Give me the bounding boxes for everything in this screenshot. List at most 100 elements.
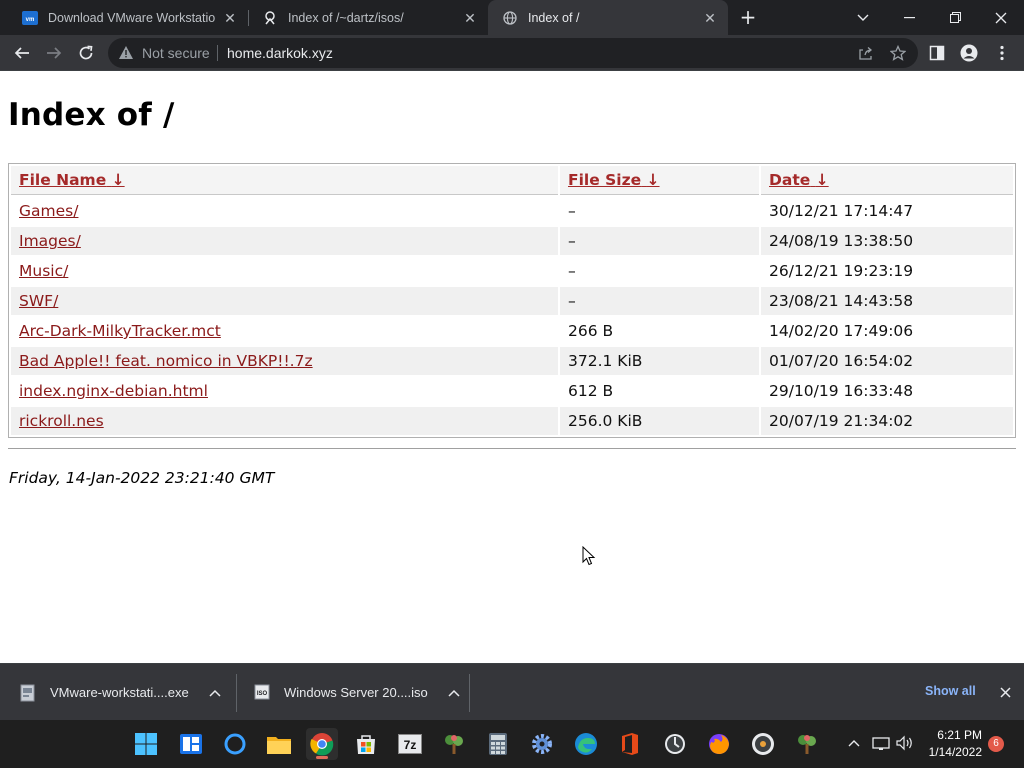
settings-gear-icon[interactable] <box>526 728 558 760</box>
media-player-icon[interactable] <box>747 728 779 760</box>
7zip-icon[interactable]: 7z <box>394 728 426 760</box>
cortana-icon[interactable] <box>219 728 251 760</box>
widgets-icon[interactable] <box>175 728 207 760</box>
table-header-row: File Name ↓ File Size ↓ Date ↓ <box>11 166 1013 195</box>
horizontal-rule <box>8 448 1016 449</box>
download-filename: VMware-workstati....exe <box>50 685 189 700</box>
file-link[interactable]: index.nginx-debian.html <box>19 382 208 400</box>
tab-search-chevron-icon[interactable] <box>840 0 886 35</box>
warning-icon[interactable] <box>118 45 134 64</box>
file-listing-table: File Name ↓ File Size ↓ Date ↓ Games/ – … <box>8 163 1016 438</box>
file-date-cell: 30/12/21 17:14:47 <box>769 202 914 220</box>
file-exe-icon <box>20 684 36 702</box>
download-separator <box>469 674 470 712</box>
download-item-windows-server[interactable]: ISO Windows Server 20....iso <box>254 664 462 721</box>
security-label[interactable]: Not secure <box>142 45 210 61</box>
download-filename: Windows Server 20....iso <box>284 685 428 700</box>
page-content: Index of / File Name ↓ File Size ↓ Date … <box>0 72 1024 663</box>
header-date: Date ↓ <box>761 166 1013 195</box>
svg-text:vm: vm <box>26 17 35 23</box>
firefox-icon[interactable] <box>703 728 735 760</box>
reload-icon[interactable] <box>72 39 100 67</box>
microsoft-store-icon[interactable] <box>350 728 382 760</box>
tab-strip: vm Download VMware Workstation P ✕ Index… <box>0 0 1024 35</box>
table-row: index.nginx-debian.html 612 B 29/10/19 1… <box>11 377 1013 405</box>
bookmark-star-icon[interactable] <box>889 44 907 62</box>
file-size-cell: – <box>568 202 576 220</box>
file-name-cell: Images/ <box>11 227 558 255</box>
svg-text:7z: 7z <box>404 738 417 752</box>
file-link[interactable]: Arc-Dark-MilkyTracker.mct <box>19 322 221 340</box>
table-row: Arc-Dark-MilkyTracker.mct 266 B 14/02/20… <box>11 317 1013 345</box>
file-date-cell: 20/07/19 21:34:02 <box>761 407 1013 435</box>
file-size-cell: – <box>560 227 759 255</box>
table-row: Music/ – 26/12/21 19:23:19 <box>11 257 1013 285</box>
notification-badge[interactable]: 6 <box>988 736 1004 752</box>
sort-by-date-link[interactable]: Date ↓ <box>769 171 829 189</box>
close-shelf-icon[interactable] <box>997 684 1013 700</box>
url-text[interactable]: home.darkok.xyz <box>227 45 333 61</box>
omnibox-divider <box>217 45 218 61</box>
file-link[interactable]: Music/ <box>19 262 68 280</box>
new-tab-plus-icon[interactable]: + <box>736 5 760 29</box>
side-panel-icon[interactable] <box>927 43 947 63</box>
file-link[interactable]: rickroll.nes <box>19 412 104 430</box>
file-link[interactable]: SWF/ <box>19 292 58 310</box>
tree-app-2-icon[interactable] <box>791 728 823 760</box>
sort-by-size-link[interactable]: File Size ↓ <box>568 171 660 189</box>
header-file-size: File Size ↓ <box>560 166 759 195</box>
tab-dartz-isos[interactable]: Index of /~dartz/isos/ ✕ <box>248 0 488 35</box>
calculator-icon[interactable] <box>482 728 514 760</box>
address-bar[interactable]: Not secure home.darkok.xyz <box>108 38 918 68</box>
share-icon[interactable] <box>856 44 874 62</box>
tab-title: Download VMware Workstation P <box>48 10 216 25</box>
file-date-cell: 01/07/20 16:54:02 <box>761 347 1013 375</box>
tab-index-root[interactable]: Index of / ✕ <box>488 0 728 35</box>
file-size-cell: – <box>568 262 576 280</box>
chevron-up-icon[interactable] <box>209 686 223 700</box>
file-explorer-icon[interactable] <box>263 728 295 760</box>
file-name-cell: SWF/ <box>11 287 558 315</box>
download-shelf: VMware-workstati....exe ISO Windows Serv… <box>0 663 1024 720</box>
file-name-cell: Bad Apple!! feat. nomico in VBKP!!.7z <box>11 347 558 375</box>
mouse-cursor-icon <box>582 545 596 570</box>
file-link[interactable]: Images/ <box>19 232 81 250</box>
network-icon[interactable] <box>872 734 890 752</box>
edge-icon[interactable] <box>570 728 602 760</box>
tray-chevron-up-icon[interactable] <box>845 734 863 752</box>
kebab-menu-icon[interactable] <box>992 43 1012 63</box>
tree-app-icon[interactable] <box>438 728 470 760</box>
file-size-cell: 372.1 KiB <box>560 347 759 375</box>
clock-time: 6:21 PM <box>937 728 982 742</box>
taskbar-clock[interactable]: 6:21 PM 1/14/2022 <box>922 727 982 761</box>
chevron-up-icon[interactable] <box>448 686 462 700</box>
table-row: Images/ – 24/08/19 13:38:50 <box>11 227 1013 255</box>
show-all-button[interactable]: Show all <box>925 684 976 698</box>
globe-icon <box>502 10 518 26</box>
office-icon[interactable] <box>614 728 646 760</box>
volume-icon[interactable] <box>896 734 914 752</box>
tab-vmware[interactable]: vm Download VMware Workstation P ✕ <box>8 0 248 35</box>
restore-icon[interactable] <box>932 0 978 35</box>
clock-date: 1/14/2022 <box>928 745 982 759</box>
chrome-icon[interactable] <box>306 728 338 760</box>
page-title: Index of / <box>8 97 175 133</box>
forward-arrow-icon[interactable] <box>40 39 68 67</box>
file-size-cell: 266 B <box>568 322 614 340</box>
file-name-cell: Games/ <box>11 197 558 225</box>
sort-by-name-link[interactable]: File Name ↓ <box>19 171 125 189</box>
download-separator <box>236 674 237 712</box>
file-link[interactable]: Games/ <box>19 202 78 220</box>
tab-close-icon[interactable]: ✕ <box>462 10 478 26</box>
tab-close-icon[interactable]: ✕ <box>222 10 238 26</box>
windows-start-icon[interactable] <box>130 728 162 760</box>
file-link[interactable]: Bad Apple!! feat. nomico in VBKP!!.7z <box>19 352 313 370</box>
minimize-icon[interactable] <box>886 0 932 35</box>
profile-avatar-icon[interactable] <box>959 43 979 63</box>
back-arrow-icon[interactable] <box>8 39 36 67</box>
download-item-vmware[interactable]: VMware-workstati....exe <box>20 664 223 721</box>
file-size-cell: 256.0 KiB <box>560 407 759 435</box>
close-window-icon[interactable] <box>978 0 1024 35</box>
tab-close-icon[interactable]: ✕ <box>702 10 718 26</box>
clock-app-icon[interactable] <box>659 728 691 760</box>
